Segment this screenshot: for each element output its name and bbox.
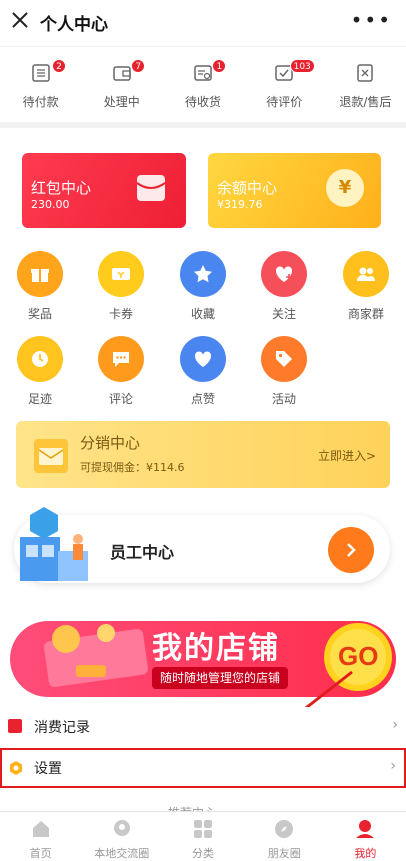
more-icon[interactable]: ••• [351,8,392,32]
order-status-bar: 2 待付款 7 处理中 1 待收货 103 待评价 退款/售后 [0,46,406,122]
red-packet-value: 230.00 [31,198,70,211]
envelope-icon [34,439,68,473]
tab-mine[interactable]: 我的 [325,812,406,861]
grid-label: 商家群 [347,307,384,321]
grid-item-coupons[interactable]: 卡券 [91,251,151,322]
tab-home[interactable]: 首页 [0,812,81,861]
grid-item-likes[interactable]: 点赞 [173,336,233,407]
grid-label: 卡券 [108,307,133,321]
distribution-title: 分销中心 [80,434,141,452]
grid-label: 关注 [271,307,296,321]
order-label: 处理中 [103,95,140,109]
close-icon[interactable] [10,10,30,30]
truck-icon [194,65,212,81]
order-label: 待付款 [22,95,59,109]
distribution-enter-link[interactable]: 立即进入> [318,447,376,464]
tab-label: 朋友圈 [267,847,301,860]
red-packet-center[interactable]: 红包中心 230.00 [22,153,186,228]
tab-local-community[interactable]: 本地交流圈 [81,812,162,861]
bottom-tab-bar: 首页 本地交流圈 分类 朋友圈 我的 [0,811,406,861]
wallet-icon [113,66,131,81]
star-icon [180,251,226,297]
staff-illustration-icon [20,507,88,581]
order-refund[interactable]: 退款/售后 [325,47,406,122]
tab-label: 分类 [192,847,214,860]
tab-label: 本地交流圈 [94,847,150,860]
grid-item-favorites[interactable]: 收藏 [173,251,233,322]
chevron-right-icon [347,543,356,557]
order-to-receive[interactable]: 1 待收货 [162,47,243,122]
balance-value: ¥319.76 [217,198,263,211]
grid-item-activities[interactable]: 活动 [254,336,314,407]
balance-title: 余额中心 [217,179,278,197]
grid-item-follows[interactable]: 关注 [254,251,314,322]
distribution-center-banner[interactable]: 分销中心 可提现佣金：¥114.6 立即进入> [16,421,390,488]
grid-label: 点赞 [190,392,215,406]
grid-item-footprints[interactable]: 足迹 [10,336,70,407]
heart-plus-icon [261,251,307,297]
shop-title: 我的店铺 [152,631,280,666]
consumption-records-row[interactable]: 消费记录 › [0,707,406,747]
order-to-review[interactable]: 103 待评价 [244,47,325,122]
compass-icon [275,820,294,838]
records-label: 消费记录 [34,720,90,736]
settings-label: 设置 [34,761,62,777]
grid-label: 活动 [271,392,296,406]
order-pending-payment[interactable]: 2 待付款 [0,47,81,122]
refund-icon [357,64,374,82]
red-envelope-icon [136,175,166,201]
tab-moments[interactable]: 朋友圈 [244,812,325,861]
badge-count: 103 [289,59,315,73]
tab-label: 首页 [29,847,52,860]
distribution-commission: 可提现佣金：¥114.6 [80,461,185,474]
tab-category[interactable]: 分类 [162,812,243,861]
settings-row[interactable]: 设置 › [0,748,406,788]
tab-label: 我的 [354,847,377,860]
money-bag-icon: ¥ [326,169,364,207]
heart-icon [180,336,226,382]
grid-label: 评论 [108,392,133,406]
clock-icon [17,336,63,382]
grid-label: 奖品 [27,307,52,321]
category-icon [194,820,212,838]
hexagon-settings-icon [10,761,22,775]
tag-icon [261,336,307,382]
grid-label: 收藏 [190,307,215,321]
gift-icon [17,251,63,297]
app-header: 个人中心 ••• [0,0,406,46]
grid-item-merchant-group[interactable]: 商家群 [336,251,396,322]
staff-center-title: 员工中心 [110,543,175,562]
order-processing[interactable]: 7 处理中 [81,47,162,122]
home-icon [32,821,49,837]
location-icon [113,820,130,836]
badge-count: 1 [212,59,227,73]
staff-center-card[interactable]: 员工中心 [14,507,390,583]
chevron-right-icon: › [392,717,398,733]
badge-count: 2 [52,59,66,73]
badge-count: 7 [131,59,146,73]
grid-item-prizes[interactable]: 奖品 [10,251,70,322]
order-label: 待评价 [266,95,303,109]
balance-center[interactable]: 余额中心 ¥319.76 ¥ [208,153,381,228]
receipt-icon [8,719,22,733]
comment-icon [98,336,144,382]
page-title: 个人中心 [40,15,108,35]
grid-label: 足迹 [27,392,52,406]
grid-item-comments[interactable]: 评论 [91,336,151,407]
list-icon [31,64,50,82]
order-label: 退款/售后 [339,95,392,109]
chevron-right-icon: › [390,758,396,774]
red-packet-title: 红包中心 [31,179,92,197]
order-label: 待收货 [185,95,222,109]
coupon-icon [98,251,144,297]
user-icon [356,820,375,838]
group-icon [343,251,389,297]
staff-enter-button[interactable] [328,527,374,573]
